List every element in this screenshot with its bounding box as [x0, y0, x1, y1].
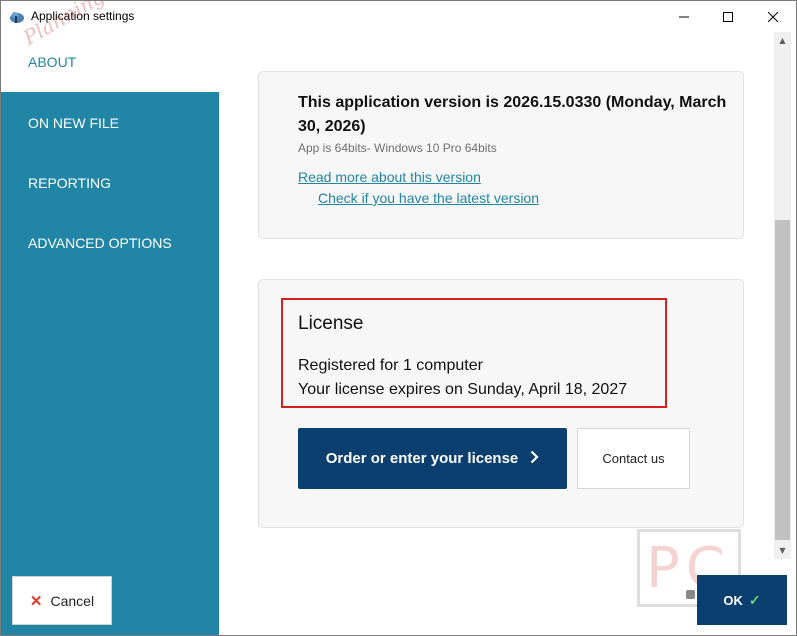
sidebar-item-reporting[interactable]: REPORTING	[1, 153, 219, 213]
watermark-dot	[686, 590, 695, 599]
ok-button[interactable]: OK ✓	[697, 575, 787, 625]
read-more-link[interactable]: Read more about this version	[298, 169, 481, 185]
sidebar-item-label: ADVANCED OPTIONS	[28, 235, 172, 251]
license-expiry: Your license expires on Sunday, April 18…	[298, 381, 628, 398]
window-title: Application settings	[31, 9, 135, 23]
vertical-scrollbar[interactable]: ▲ ▼	[774, 32, 791, 559]
sidebar: ABOUT ON NEW FILE REPORTING ADVANCED OPT…	[1, 32, 219, 635]
close-icon	[767, 7, 779, 26]
sidebar-item-label: ON NEW FILE	[28, 115, 120, 131]
close-icon: ✕	[29, 592, 43, 610]
license-card: License Registered for 1 computer Your l…	[258, 279, 744, 528]
chevron-right-icon	[530, 450, 539, 468]
app-icon	[9, 9, 25, 23]
order-license-button[interactable]: Order or enter your license	[298, 428, 567, 489]
license-registered: Registered for 1 computer	[298, 357, 483, 374]
version-subtitle: App is 64bits- Windows 10 Pro 64bits	[298, 141, 497, 155]
contact-us-button[interactable]: Contact us	[577, 428, 690, 489]
scroll-thumb[interactable]	[775, 220, 790, 540]
cancel-label: Cancel	[50, 592, 95, 609]
ok-label: OK	[723, 592, 743, 608]
order-license-label: Order or enter your license	[325, 450, 519, 467]
sidebar-item-label: ABOUT	[28, 54, 77, 70]
maximize-icon	[723, 7, 733, 26]
version-title: This application version is 2026.15.0330…	[298, 94, 727, 135]
minimize-icon	[679, 7, 689, 26]
cancel-button[interactable]: ✕ Cancel	[12, 576, 112, 625]
title-bar[interactable]: Application settings	[1, 1, 796, 32]
settings-window: Application settings ABOUT ON NEW FILE R…	[0, 0, 797, 636]
maximize-button[interactable]	[705, 1, 751, 32]
sidebar-item-about[interactable]: ABOUT	[1, 32, 219, 92]
version-card: This application version is 2026.15.0330…	[258, 71, 744, 239]
minimize-button[interactable]	[661, 1, 707, 32]
scroll-up-icon[interactable]: ▲	[774, 32, 791, 49]
sidebar-item-label: REPORTING	[28, 175, 111, 191]
sidebar-item-advanced-options[interactable]: ADVANCED OPTIONS	[1, 213, 219, 273]
check-icon: ✓	[748, 591, 761, 608]
close-button[interactable]	[750, 1, 796, 32]
license-title: License	[298, 313, 364, 334]
check-latest-link[interactable]: Check if you have the latest version	[318, 190, 539, 206]
scroll-down-icon[interactable]: ▼	[774, 542, 791, 559]
sidebar-item-on-new-file[interactable]: ON NEW FILE	[1, 93, 219, 153]
